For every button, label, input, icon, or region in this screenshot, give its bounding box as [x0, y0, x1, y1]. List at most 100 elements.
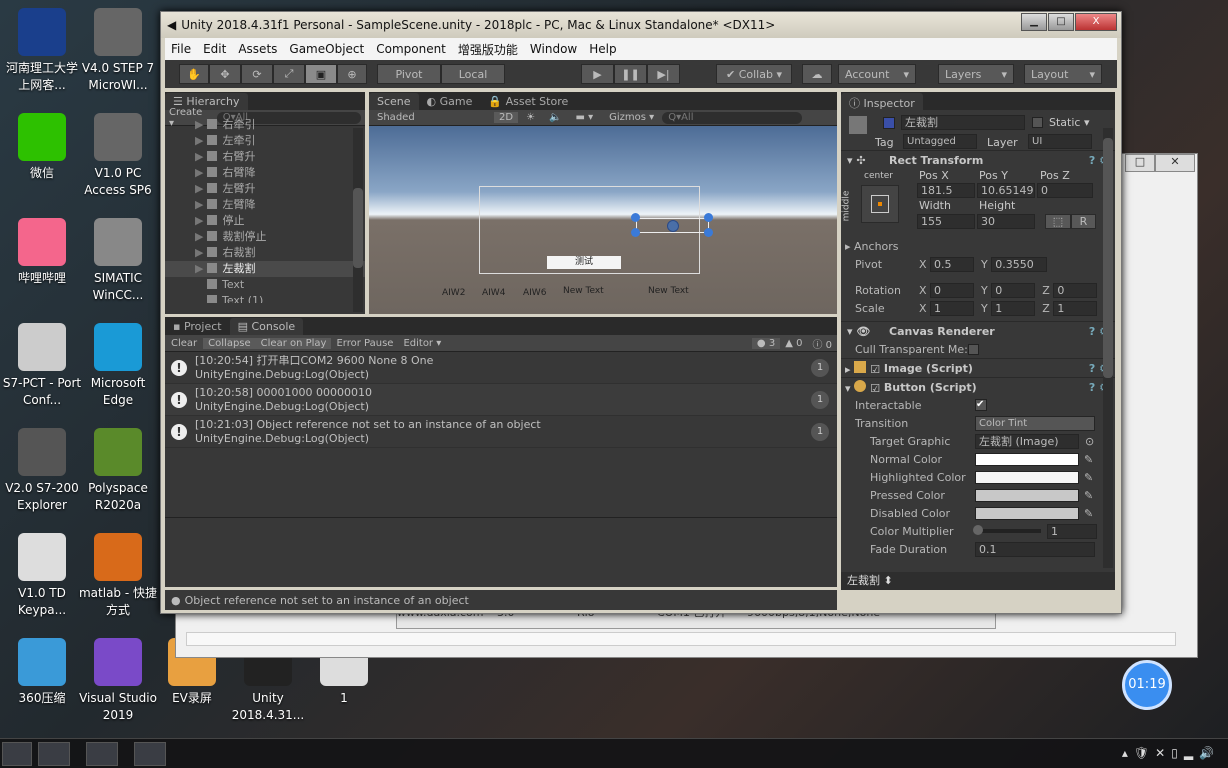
desktop-icon[interactable]: V2.0 S7-200 Explorer: [2, 428, 82, 514]
scale-z-input[interactable]: 1: [1053, 300, 1098, 316]
expand-arrow-icon[interactable]: ▶: [195, 198, 203, 211]
rotation-y-input[interactable]: 0: [991, 282, 1036, 298]
collapse-toggle[interactable]: Collapse: [203, 337, 256, 349]
desktop-icon[interactable]: Polyspace R2020a: [78, 428, 158, 514]
console-log-entry[interactable]: ! [10:21:03] Object reference not set to …: [165, 416, 837, 448]
expand-arrow-icon[interactable]: ▶: [195, 150, 203, 163]
scale-tool-icon[interactable]: ⤢: [273, 64, 305, 84]
interactable-checkbox[interactable]: ✔: [975, 399, 987, 411]
preview-bar[interactable]: 左裁割 ⬍: [841, 572, 1115, 590]
resize-handle[interactable]: [704, 228, 713, 237]
tab-asset-store[interactable]: 🔒 Asset Store: [480, 93, 576, 110]
eyedropper-icon[interactable]: ✎: [1084, 489, 1093, 502]
tab-scene[interactable]: Scene: [369, 93, 419, 110]
step-button[interactable]: ▶|: [647, 64, 680, 84]
inspector-scrollbar[interactable]: [1103, 128, 1113, 568]
horizontal-scrollbar[interactable]: [186, 632, 1176, 646]
pivot-x-input[interactable]: 0.5: [930, 256, 975, 272]
desktop-icon[interactable]: matlab - 快捷方式: [78, 533, 158, 619]
color-swatch[interactable]: [975, 452, 1079, 466]
hierarchy-item[interactable]: ▶ 左臂升: [165, 181, 365, 197]
pivot-toggle[interactable]: Pivot: [377, 64, 441, 84]
resize-handle[interactable]: [704, 213, 713, 222]
raw-edit-button[interactable]: R: [1071, 214, 1096, 229]
menu-help[interactable]: Help: [583, 42, 622, 56]
effects-icon[interactable]: ▬ ▾: [567, 112, 601, 123]
hierarchy-item[interactable]: ▶ 停止: [165, 213, 365, 229]
desktop-icon[interactable]: 360压缩: [2, 638, 82, 707]
move-tool-icon[interactable]: ✥: [209, 64, 241, 84]
layout-dropdown[interactable]: Layout ▾: [1024, 64, 1102, 84]
rotate-tool-icon[interactable]: ⟳: [241, 64, 273, 84]
pos-y-input[interactable]: 10.65149: [977, 183, 1035, 198]
anchor-preset-button[interactable]: [861, 185, 899, 223]
minimize-button[interactable]: ▁: [1021, 13, 1047, 31]
2d-toggle[interactable]: 2D: [494, 112, 519, 123]
scale-y-input[interactable]: 1: [991, 300, 1036, 316]
hierarchy-item[interactable]: Text (1): [165, 293, 365, 303]
collab-dropdown[interactable]: ✔ Collab ▾: [716, 64, 792, 84]
tag-dropdown[interactable]: Untagged: [903, 134, 977, 149]
resize-handle[interactable]: [631, 228, 640, 237]
desktop-icon[interactable]: 河南理工大学上网客...: [2, 8, 82, 94]
expand-arrow-icon[interactable]: ▶: [195, 230, 203, 243]
desktop-icon[interactable]: Microsoft Edge: [78, 323, 158, 409]
pivot-y-input[interactable]: 0.3550: [991, 256, 1048, 272]
lighting-icon[interactable]: ☀: [518, 112, 543, 123]
menu-gameobject[interactable]: GameObject: [283, 42, 370, 56]
maximize-button[interactable]: □: [1048, 13, 1074, 31]
expand-arrow-icon[interactable]: ▶: [195, 262, 203, 275]
image-script-header[interactable]: ▸ ☑ Image (Script)? ⚙: [841, 358, 1115, 377]
color-swatch[interactable]: [975, 506, 1079, 520]
color-multiplier-slider[interactable]: [973, 525, 1041, 535]
expand-arrow-icon[interactable]: ▶: [195, 182, 203, 195]
canvas-renderer-header[interactable]: ▾ 👁 Canvas Renderer? ⚙: [841, 321, 1115, 340]
hierarchy-item[interactable]: ▶ 左牵引: [165, 133, 365, 149]
color-multiplier-input[interactable]: 1: [1047, 523, 1097, 539]
audio-icon[interactable]: 🔈: [543, 112, 567, 123]
hierarchy-scrollbar[interactable]: [353, 128, 363, 312]
eyedropper-icon[interactable]: ✎: [1084, 507, 1093, 520]
rotation-z-input[interactable]: 0: [1053, 282, 1098, 298]
hierarchy-item[interactable]: ▶ 左裁割: [165, 261, 365, 277]
taskbar-visual-studio-icon[interactable]: [38, 742, 70, 766]
clear-button[interactable]: Clear: [165, 338, 203, 349]
cloud-icon[interactable]: ☁: [802, 64, 832, 84]
tab-console[interactable]: ▤ Console: [229, 318, 304, 335]
menu-file[interactable]: File: [165, 42, 197, 56]
desktop-icon[interactable]: S7-PCT - Port Conf...: [2, 323, 82, 409]
rotation-x-input[interactable]: 0: [930, 282, 975, 298]
pos-x-input[interactable]: 181.5: [917, 183, 975, 198]
rect-tool-icon[interactable]: ▣: [305, 64, 337, 84]
hierarchy-item[interactable]: ▶ 右臂升: [165, 149, 365, 165]
gizmos-dropdown[interactable]: Gizmos ▾: [601, 112, 662, 123]
hierarchy-item[interactable]: Text: [165, 277, 365, 293]
button-script-header[interactable]: ▾ ☑ Button (Script)? ⚙: [841, 377, 1115, 396]
width-input[interactable]: 155: [917, 214, 975, 229]
warning-count-toggle[interactable]: ▲ 0: [780, 338, 807, 349]
editor-dropdown[interactable]: Editor ▾: [398, 338, 446, 349]
account-dropdown[interactable]: Account ▾: [838, 64, 916, 84]
pos-z-input[interactable]: 0: [1037, 183, 1093, 198]
object-picker-icon[interactable]: ⊙: [1085, 435, 1094, 448]
pivot-handle[interactable]: [667, 220, 679, 232]
play-button[interactable]: ▶: [581, 64, 614, 84]
desktop-icon[interactable]: SIMATIC WinCC...: [78, 218, 158, 304]
target-graphic-field[interactable]: 左裁割 (Image): [975, 433, 1079, 449]
test-button[interactable]: 测试: [547, 256, 621, 269]
tab-project[interactable]: ▪ Project: [165, 318, 230, 335]
scale-x-input[interactable]: 1: [930, 300, 975, 316]
hierarchy-item[interactable]: ▶ 左臂降: [165, 197, 365, 213]
eyedropper-icon[interactable]: ✎: [1084, 453, 1093, 466]
hierarchy-item[interactable]: ▶ 右牵引: [165, 117, 365, 133]
cull-checkbox[interactable]: [967, 343, 979, 355]
rect-transform-header[interactable]: ▾ ✣ Rect Transform? ⚙: [841, 150, 1115, 169]
error-pause-toggle[interactable]: Error Pause: [331, 338, 398, 349]
tab-inspector[interactable]: ⓘ Inspector: [841, 93, 923, 110]
fade-duration-input[interactable]: 0.1: [975, 541, 1095, 557]
hierarchy-item[interactable]: ▶ 右裁割: [165, 245, 365, 261]
transform-tool-icon[interactable]: ⊕: [337, 64, 367, 84]
shading-dropdown[interactable]: Shaded: [369, 112, 494, 123]
desktop-icon[interactable]: Visual Studio 2019: [78, 638, 158, 724]
resize-handle[interactable]: [631, 213, 640, 222]
